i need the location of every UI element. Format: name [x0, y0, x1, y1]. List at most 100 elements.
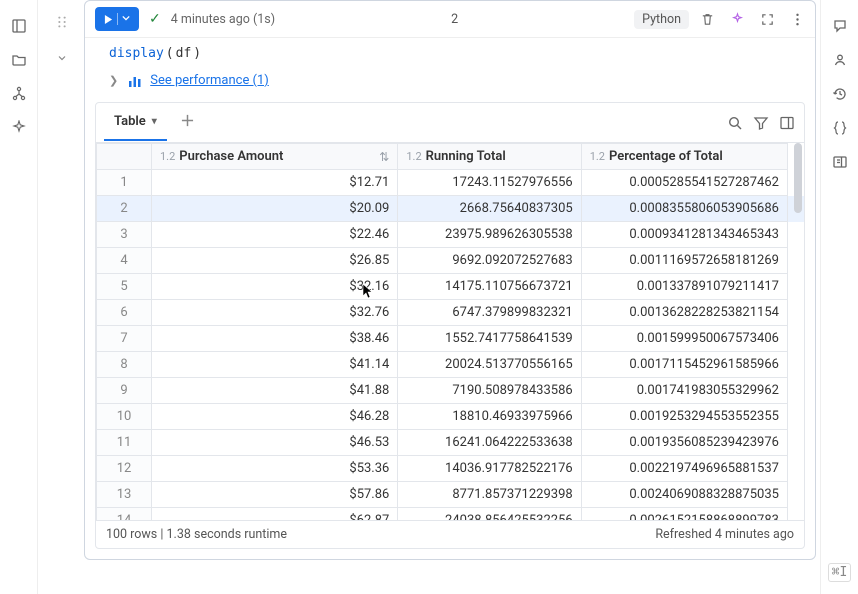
- status-rowcount: 100 rows | 1.38 seconds runtime: [106, 527, 287, 542]
- search-icon[interactable]: [726, 114, 744, 132]
- cell-toolbar: ✓ 4 minutes ago (1s) 2 Python: [85, 1, 815, 38]
- cell-running-total[interactable]: 6747.379899832321: [398, 300, 581, 326]
- braces-icon[interactable]: [832, 120, 848, 136]
- cell-purchase-amount[interactable]: $32.76: [152, 300, 398, 326]
- book-icon[interactable]: [11, 18, 27, 34]
- cell-percentage-of-total[interactable]: 0.0009341281343465343: [581, 222, 787, 248]
- cell-percentage-of-total[interactable]: 0.0024069088328875035: [581, 482, 787, 508]
- cell-purchase-amount[interactable]: $41.14: [152, 352, 398, 378]
- run-button[interactable]: [95, 7, 139, 31]
- cell-percentage-of-total[interactable]: 0.001599950067573406: [581, 326, 787, 352]
- left-nav-rail: [0, 0, 38, 594]
- table-row[interactable]: 4$26.859692.0920725276830.00111695726581…: [97, 248, 804, 274]
- cell-purchase-amount[interactable]: $12.71: [152, 170, 398, 196]
- column-header-running-total[interactable]: 1.2Running Total: [398, 144, 581, 170]
- performance-link-text: See performance (1): [150, 73, 269, 88]
- cell-purchase-amount[interactable]: $53.36: [152, 456, 398, 482]
- cell-purchase-amount[interactable]: $32.16: [152, 274, 398, 300]
- column-header-percentage-of-total[interactable]: 1.2Percentage of Total: [581, 144, 787, 170]
- cell-purchase-amount[interactable]: $62.87: [152, 508, 398, 521]
- cell-percentage-of-total[interactable]: 0.0019356085239423976: [581, 430, 787, 456]
- table-row[interactable]: 3$22.4623975.9896263055380.0009341281343…: [97, 222, 804, 248]
- table-row[interactable]: 12$53.3614036.9177825221760.002219749696…: [97, 456, 804, 482]
- code-input[interactable]: display(df): [85, 38, 815, 69]
- cell-percentage-of-total[interactable]: 0.0005285541527287462: [581, 170, 787, 196]
- performance-link[interactable]: ❯ See performance (1): [85, 69, 815, 96]
- collapse-chevron-icon[interactable]: [54, 50, 70, 66]
- folder-icon[interactable]: [11, 52, 27, 68]
- trash-icon[interactable]: [699, 11, 715, 27]
- right-nav-rail: ⌘I: [820, 0, 858, 594]
- cell-percentage-of-total[interactable]: 0.001337891079211417: [581, 274, 787, 300]
- language-pill[interactable]: Python: [634, 10, 689, 29]
- cell-purchase-amount[interactable]: $46.28: [152, 404, 398, 430]
- column-header-purchase-amount[interactable]: 1.2Purchase Amount ⇅: [152, 144, 398, 170]
- cell-running-total[interactable]: 7190.508978433586: [398, 378, 581, 404]
- notebook-cell: ✓ 4 minutes ago (1s) 2 Python: [84, 0, 816, 560]
- table-row[interactable]: 9$41.887190.5089784335860.00174198305532…: [97, 378, 804, 404]
- cell-percentage-of-total[interactable]: 0.0017115452961585966: [581, 352, 787, 378]
- execution-count: 2: [285, 12, 624, 27]
- cell-running-total[interactable]: 14175.110756673721: [398, 274, 581, 300]
- row-number: 6: [97, 300, 152, 326]
- row-number: 7: [97, 326, 152, 352]
- cell-running-total[interactable]: 9692.092072527683: [398, 248, 581, 274]
- cell-purchase-amount[interactable]: $20.09: [152, 196, 398, 222]
- panel-right-icon[interactable]: [832, 154, 848, 170]
- cell-running-total[interactable]: 20024.513770556165: [398, 352, 581, 378]
- table-row[interactable]: 14$62.8724038.8564255322560.002615215886…: [97, 508, 804, 521]
- cell-purchase-amount[interactable]: $57.86: [152, 482, 398, 508]
- cell-percentage-of-total[interactable]: 0.0008355806053905686: [581, 196, 787, 222]
- cell-percentage-of-total[interactable]: 0.0019253294553552355: [581, 404, 787, 430]
- cell-percentage-of-total[interactable]: 0.0026152158868899783: [581, 508, 787, 521]
- data-grid[interactable]: 1.2Purchase Amount ⇅ 1.2Running Total 1.…: [96, 143, 804, 520]
- table-row[interactable]: 8$41.1420024.5137705561650.0017115452961…: [97, 352, 804, 378]
- tab-table[interactable]: Table ▾: [104, 104, 167, 141]
- sparkle-icon[interactable]: [11, 120, 27, 136]
- output-panel: Table ▾: [95, 102, 805, 549]
- cell-percentage-of-total[interactable]: 0.001741983055329962: [581, 378, 787, 404]
- sort-icon[interactable]: ⇅: [379, 150, 389, 164]
- history-icon[interactable]: [832, 86, 848, 102]
- add-tab-button[interactable]: [175, 108, 200, 137]
- table-row[interactable]: 13$57.868771.8573712293980.0024069088328…: [97, 482, 804, 508]
- schema-icon[interactable]: [11, 86, 27, 102]
- table-row[interactable]: 6$32.766747.3798998323210.00136282282538…: [97, 300, 804, 326]
- user-icon[interactable]: [832, 52, 848, 68]
- row-number: 5: [97, 274, 152, 300]
- table-row[interactable]: 5$32.1614175.1107566737210.0013378910792…: [97, 274, 804, 300]
- cell-running-total[interactable]: 24038.856425532256: [398, 508, 581, 521]
- table-row[interactable]: 7$38.461552.74177586415390.0015999500675…: [97, 326, 804, 352]
- cell-purchase-amount[interactable]: $41.88: [152, 378, 398, 404]
- cell-running-total[interactable]: 16241.064222533638: [398, 430, 581, 456]
- table-row[interactable]: 10$46.2818810.469339759660.0019253294553…: [97, 404, 804, 430]
- ai-sparkle-icon[interactable]: [729, 11, 745, 27]
- cell-percentage-of-total[interactable]: 0.0013628228253821154: [581, 300, 787, 326]
- cell-percentage-of-total[interactable]: 0.0022197496965881537: [581, 456, 787, 482]
- cell-purchase-amount[interactable]: $38.46: [152, 326, 398, 352]
- more-menu-icon[interactable]: [789, 11, 805, 27]
- cell-running-total[interactable]: 2668.75640837305: [398, 196, 581, 222]
- success-check-icon: ✓: [149, 11, 161, 27]
- row-number: 2: [97, 196, 152, 222]
- cell-running-total[interactable]: 1552.7417758641539: [398, 326, 581, 352]
- cell-percentage-of-total[interactable]: 0.0011169572658181269: [581, 248, 787, 274]
- cell-purchase-amount[interactable]: $46.53: [152, 430, 398, 456]
- run-timestamp: 4 minutes ago (1s): [171, 12, 275, 27]
- cell-running-total[interactable]: 18810.46933975966: [398, 404, 581, 430]
- cell-purchase-amount[interactable]: $26.85: [152, 248, 398, 274]
- table-row[interactable]: 1$12.7117243.115279765560.00052855415272…: [97, 170, 804, 196]
- cell-purchase-amount[interactable]: $22.46: [152, 222, 398, 248]
- panel-toggle-icon[interactable]: [778, 114, 796, 132]
- row-number-header[interactable]: [97, 144, 152, 170]
- cell-running-total[interactable]: 17243.11527976556: [398, 170, 581, 196]
- cell-running-total[interactable]: 14036.917782522176: [398, 456, 581, 482]
- expand-icon[interactable]: [759, 11, 775, 27]
- cell-running-total[interactable]: 8771.857371229398: [398, 482, 581, 508]
- chat-bubble-icon[interactable]: [832, 18, 848, 34]
- drag-handle-icon[interactable]: [54, 14, 70, 30]
- cell-running-total[interactable]: 23975.989626305538: [398, 222, 581, 248]
- filter-icon[interactable]: [752, 114, 770, 132]
- table-row[interactable]: 11$46.5316241.0642225336380.001935608523…: [97, 430, 804, 456]
- table-row[interactable]: 2$20.092668.756408373050.000835580605390…: [97, 196, 804, 222]
